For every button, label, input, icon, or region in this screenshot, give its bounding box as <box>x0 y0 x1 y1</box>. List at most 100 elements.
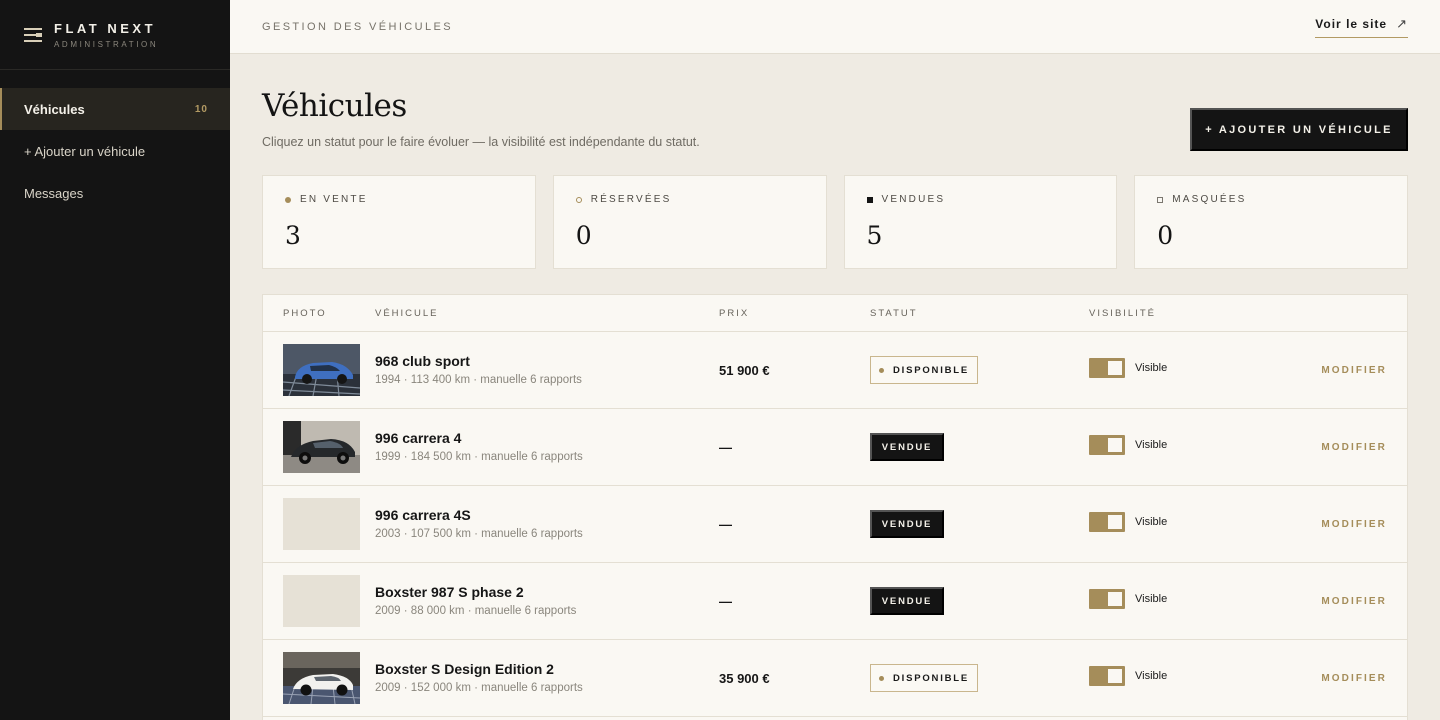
stat-card-en-vente[interactable]: EN VENTE 3 <box>262 175 536 269</box>
visibility-toggle[interactable] <box>1089 666 1125 686</box>
stat-label: EN VENTE <box>285 194 513 205</box>
add-vehicle-button[interactable]: + AJOUTER UN VÉHICULE <box>1190 108 1408 151</box>
stat-card-masquees[interactable]: MASQUÉES 0 <box>1134 175 1408 269</box>
vehicle-photo-placeholder[interactable] <box>283 575 360 627</box>
brand-name: FLAT NEXT <box>54 20 157 36</box>
status-button[interactable]: DISPONIBLE <box>870 356 978 384</box>
visibility-toggle[interactable] <box>1089 589 1125 609</box>
edit-link[interactable]: MODIFIER <box>1321 596 1387 607</box>
vehicle-meta: 1999 · 184 500 km · manuelle 6 rapports <box>375 451 583 463</box>
sidebar-item-vehicules[interactable]: Véhicules 10 <box>0 88 230 130</box>
vehicle-name: Boxster S Design Edition 2 <box>375 661 554 677</box>
visibility-toggle[interactable] <box>1089 512 1125 532</box>
edit-link[interactable]: MODIFIER <box>1321 519 1387 530</box>
stat-value: 3 <box>285 221 301 250</box>
table-row: Boxster 987 S phase 2 2009 · 88 000 km ·… <box>263 563 1407 640</box>
blue-car-photo <box>283 344 360 396</box>
sidebar-nav: Véhicules 10 + Ajouter un véhicule Messa… <box>0 88 230 214</box>
vehicle-price: — <box>719 517 732 532</box>
vehicle-price: 35 900 € <box>719 671 770 686</box>
edit-link[interactable]: MODIFIER <box>1321 442 1387 453</box>
dark-car-photo <box>283 421 360 473</box>
vehicle-name: Boxster 987 S phase 2 <box>375 584 524 600</box>
vehicle-price: — <box>719 440 732 455</box>
filled-square-icon <box>866 196 873 203</box>
stat-card-vendues[interactable]: VENDUES 5 <box>843 175 1118 269</box>
stat-label-text: EN VENTE <box>300 194 368 205</box>
view-site-link[interactable]: Voir le site ↗ <box>1315 16 1408 38</box>
vehicle-meta: 2003 · 107 500 km · manuelle 6 rapports <box>375 528 583 540</box>
menu-logo-icon <box>24 27 42 42</box>
column-header-photo: PHOTO <box>283 308 327 319</box>
stat-label: VENDUES <box>866 194 1095 205</box>
table-row: 996 carrera 4 1999 · 184 500 km · manuel… <box>263 409 1407 486</box>
table-row: Boxster S Design Edition 2 2009 · 152 00… <box>263 640 1407 717</box>
topbar: GESTION DES VÉHICULES Voir le site ↗ <box>230 0 1440 54</box>
vehicle-meta: 1994 · 113 400 km · manuelle 6 rapports <box>375 374 582 386</box>
stat-value: 0 <box>1157 221 1174 250</box>
vehicle-photo[interactable] <box>283 344 360 396</box>
edit-link[interactable]: MODIFIER <box>1321 365 1387 376</box>
column-header-vehicle: VÉHICULE <box>375 308 439 319</box>
filled-dot-icon <box>285 196 291 203</box>
vehicles-table: PHOTO VÉHICULE PRIX STATUT VISIBILITÉ 96… <box>262 294 1408 720</box>
page-subtitle: Cliquez un statut pour le faire évoluer … <box>262 135 700 149</box>
stat-label: MASQUÉES <box>1157 194 1385 205</box>
outline-square-icon <box>1157 196 1164 203</box>
toggle-knob <box>1108 515 1122 529</box>
sidebar-item-messages[interactable]: Messages <box>0 172 230 214</box>
brand-text: FLAT NEXT ADMINISTRATION <box>54 21 158 49</box>
sidebar-item-add-vehicle[interactable]: + Ajouter un véhicule <box>0 130 230 172</box>
vehicle-name: 968 club sport <box>375 353 470 369</box>
vehicle-photo[interactable] <box>283 421 360 473</box>
vehicle-meta: 2009 · 152 000 km · manuelle 6 rapports <box>375 682 583 694</box>
status-button[interactable]: VENDUE <box>870 510 944 538</box>
vehicle-photo[interactable] <box>283 652 360 704</box>
vehicle-name: 996 carrera 4 <box>375 430 462 446</box>
vehicle-price: — <box>719 594 732 609</box>
column-header-status: STATUT <box>870 308 918 319</box>
section-title: GESTION DES VÉHICULES <box>262 20 453 33</box>
vehicle-meta: 2009 · 88 000 km · manuelle 6 rapports <box>375 605 577 617</box>
brand-subtitle: ADMINISTRATION <box>54 39 159 49</box>
visibility-toggle[interactable] <box>1089 358 1125 378</box>
stat-label-text: MASQUÉES <box>1172 194 1247 205</box>
visibility-toggle[interactable] <box>1089 435 1125 455</box>
status-button[interactable]: VENDUE <box>870 433 944 461</box>
visibility-label: Visible <box>1135 362 1168 374</box>
stat-label: RÉSERVÉES <box>575 194 804 205</box>
stat-label-text: RÉSERVÉES <box>590 194 672 205</box>
column-header-visibility: VISIBILITÉ <box>1089 308 1156 319</box>
vehicle-name: 996 carrera 4S <box>375 507 471 523</box>
sidebar-item-label: + Ajouter un véhicule <box>24 143 146 159</box>
vehicle-photo-placeholder[interactable] <box>283 498 360 550</box>
table-row: 996 carrera 4S 2003 · 107 500 km · manue… <box>263 486 1407 563</box>
toggle-knob <box>1108 361 1122 375</box>
edit-link[interactable]: MODIFIER <box>1321 673 1387 684</box>
view-site-label: Voir le site <box>1315 16 1388 31</box>
vehicle-price: 51 900 € <box>719 363 770 378</box>
page-title: Véhicules <box>262 88 407 124</box>
stat-card-reservees[interactable]: RÉSERVÉES 0 <box>552 175 827 269</box>
column-header-price: PRIX <box>719 308 750 319</box>
external-arrow-icon: ↗ <box>1396 15 1408 31</box>
sidebar-item-label: Messages <box>24 185 84 201</box>
status-button[interactable]: VENDUE <box>870 587 944 615</box>
sidebar: FLAT NEXT ADMINISTRATION Véhicules 10 + … <box>0 0 230 720</box>
toggle-knob <box>1108 438 1122 452</box>
outline-dot-icon <box>575 196 582 203</box>
table-header: PHOTO VÉHICULE PRIX STATUT VISIBILITÉ <box>263 295 1407 332</box>
visibility-label: Visible <box>1135 439 1168 451</box>
sidebar-item-label: Véhicules <box>24 101 85 117</box>
white-car-photo <box>283 652 360 704</box>
brand[interactable]: FLAT NEXT ADMINISTRATION <box>0 0 230 70</box>
stat-value: 0 <box>575 221 592 250</box>
visibility-label: Visible <box>1135 516 1168 528</box>
status-button[interactable]: DISPONIBLE <box>870 664 978 692</box>
stat-value: 5 <box>866 221 883 250</box>
stats-row: EN VENTE 3 RÉSERVÉES 0 VENDUES 5 MASQUÉE… <box>262 175 1408 269</box>
visibility-label: Visible <box>1135 670 1168 682</box>
vehicle-count-badge: 10 <box>194 103 208 115</box>
table-row: 968 club sport 1994 · 113 400 km · manue… <box>263 332 1407 409</box>
toggle-knob <box>1108 669 1122 683</box>
